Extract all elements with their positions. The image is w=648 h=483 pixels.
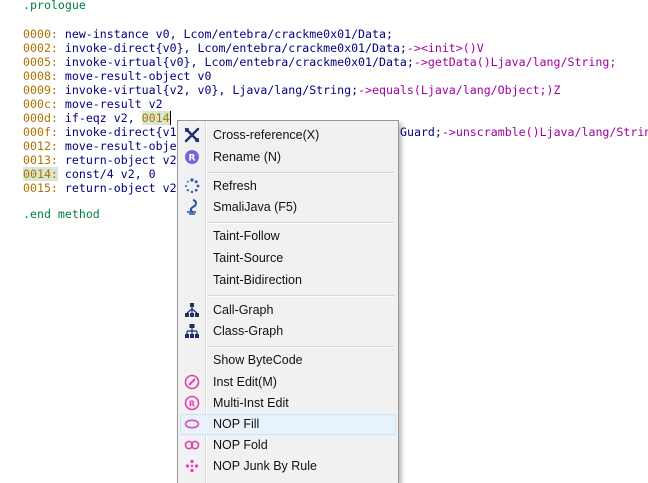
code-line[interactable]: 0015: return-object v2 <box>23 181 177 195</box>
code-line[interactable]: 000c: move-result v2 <box>23 97 163 111</box>
class-graph-icon <box>184 323 200 339</box>
code-line[interactable]: 0000: new-instance v0, Lcom/entebra/crac… <box>23 27 393 41</box>
branch-target-link[interactable]: 0014 <box>141 111 171 125</box>
menu-separator <box>208 295 394 297</box>
menu-item-inst-edit[interactable]: Inst Edit(M) <box>180 372 396 393</box>
code-line[interactable]: 0014: const/4 v2, 0 <box>23 167 156 181</box>
menu-item-taint-follow[interactable]: Taint-Follow <box>180 226 396 247</box>
code-line[interactable]: 0002: invoke-direct{v0}, Lcom/entebra/cr… <box>23 41 484 55</box>
code-line[interactable]: 0008: move-result-object v0 <box>23 69 211 83</box>
menu-item-nop-fold[interactable]: NOP Fold <box>180 435 396 456</box>
menu-item-call-graph[interactable]: Call-Graph <box>180 300 396 321</box>
menu-separator <box>208 222 394 224</box>
menu-item-class-graph[interactable]: Class-Graph <box>180 321 396 342</box>
code-line[interactable]: 000d: if-eqz v2, 0014 <box>23 111 171 125</box>
multi-inst-edit-icon: R <box>184 395 200 411</box>
menu-item-nop-fill[interactable]: NOP Fill <box>180 414 396 435</box>
code-line[interactable]: 000f: invoke-direct{v1 <box>23 125 177 139</box>
context-menu: Cross-reference(X) R Rename (N) Refresh … <box>177 120 399 483</box>
menu-separator <box>208 172 394 174</box>
menu-separator <box>208 346 394 348</box>
inst-edit-icon <box>184 374 200 390</box>
code-line[interactable]: 0009: invoke-virtual{v2, v0}, Ljava/lang… <box>23 83 560 97</box>
svg-text:R: R <box>189 400 195 409</box>
menu-item-rename[interactable]: R Rename (N) <box>180 147 396 168</box>
code-line-tail: Guard;->unscramble()Ljava/lang/Strin <box>400 125 648 139</box>
menu-item-refresh[interactable]: Refresh <box>180 176 396 197</box>
nop-junk-icon <box>184 458 200 474</box>
menu-item-taint-bidirection[interactable]: Taint-Bidirection <box>180 270 396 291</box>
rename-icon: R <box>184 149 200 165</box>
cross-reference-icon <box>184 127 200 143</box>
menu-item-cross-reference[interactable]: Cross-reference(X) <box>180 125 396 146</box>
end-method-directive: .end method <box>23 207 100 221</box>
code-line[interactable]: 0005: invoke-virtual{v0}, Lcom/entebra/c… <box>23 55 616 69</box>
nop-fill-icon <box>184 416 200 432</box>
prologue-directive: .prologue <box>23 0 86 12</box>
menu-item-smalijava[interactable]: SmaliJava (F5) <box>180 197 396 218</box>
code-line[interactable]: 0012: move-result-obje <box>23 139 177 153</box>
refresh-icon <box>184 178 200 194</box>
code-line[interactable]: 0013: return-object v2 <box>23 153 177 167</box>
call-graph-icon <box>184 302 200 318</box>
menu-item-multi-inst-edit[interactable]: R Multi-Inst Edit <box>180 393 396 414</box>
smali-java-icon <box>184 199 200 215</box>
menu-item-taint-source[interactable]: Taint-Source <box>180 248 396 269</box>
nop-fold-icon <box>184 437 200 453</box>
menu-item-show-bytecode[interactable]: Show ByteCode <box>180 350 396 371</box>
menu-item-nop-junk-by-rule[interactable]: NOP Junk By Rule <box>180 456 396 477</box>
svg-text:R: R <box>189 154 196 164</box>
